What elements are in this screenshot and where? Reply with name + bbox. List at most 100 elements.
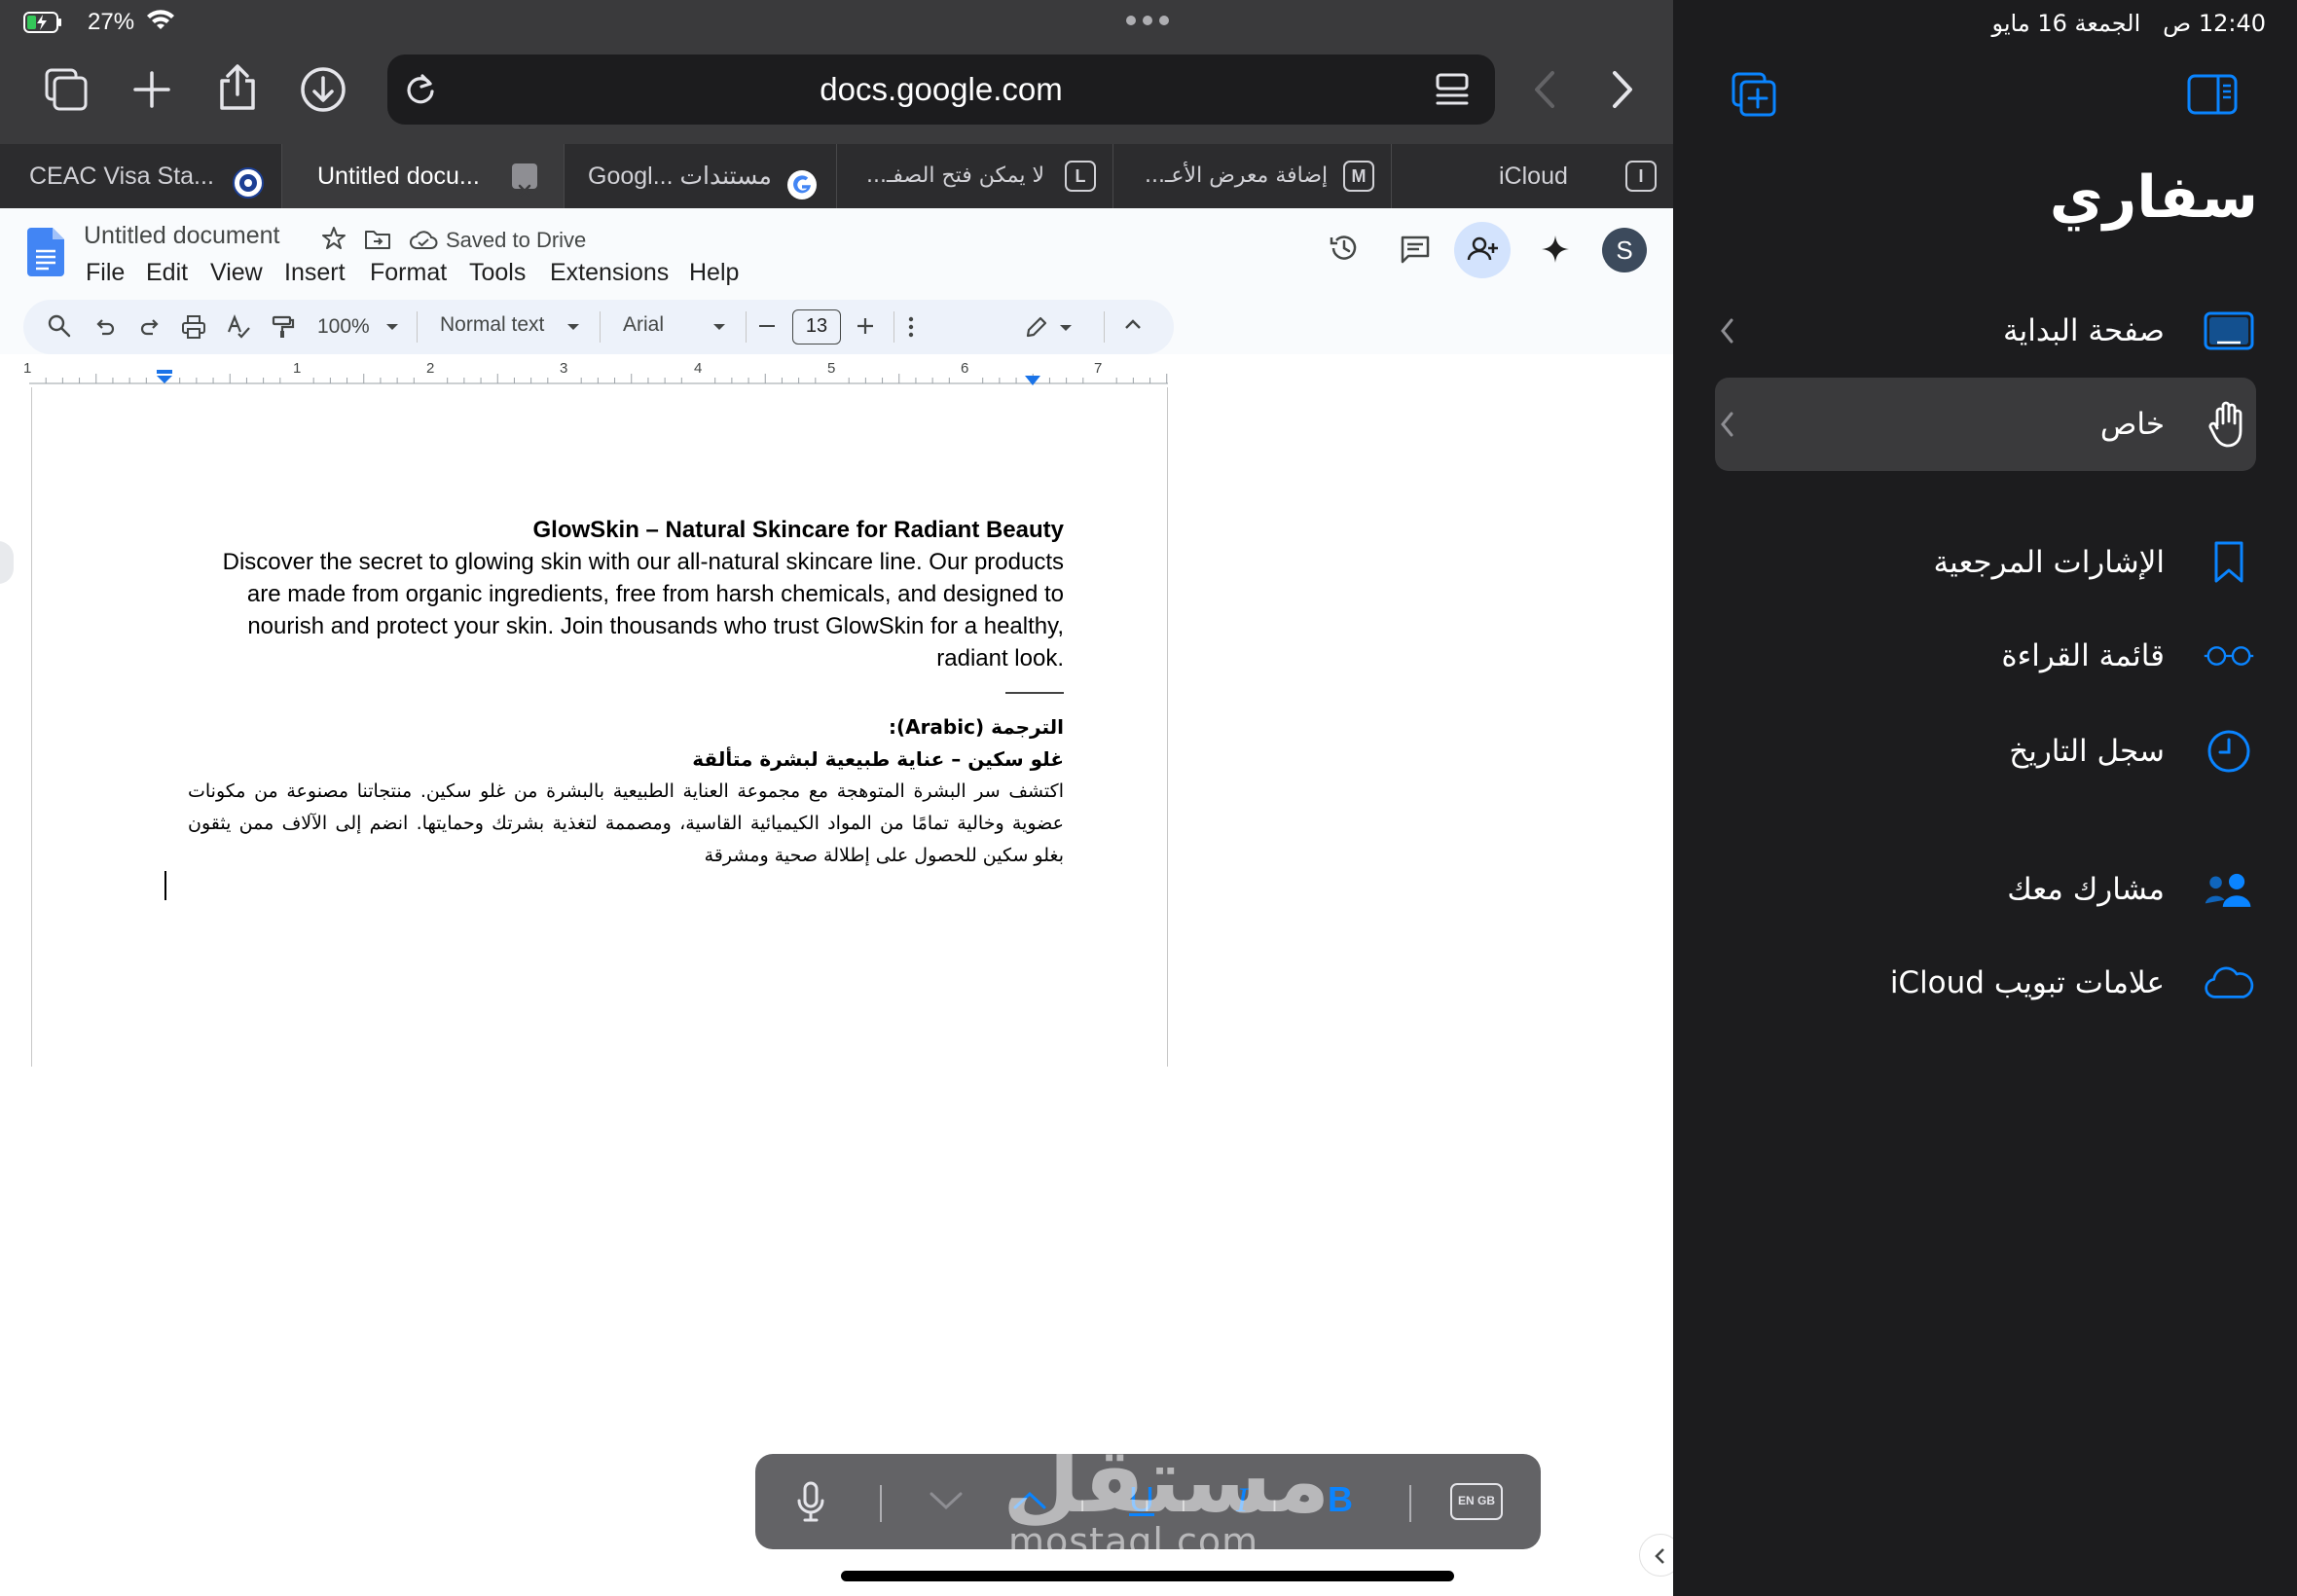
sidebar-item-shared-with-you[interactable]: مشارك معك (1713, 860, 2254, 919)
bold-button[interactable]: B (1328, 1479, 1353, 1520)
editing-mode-pencil-icon[interactable] (1024, 314, 1049, 345)
sidebar-item-bookmarks[interactable]: الإشارات المرجعية (1713, 533, 2254, 592)
decrease-font-size-button[interactable] (759, 325, 775, 327)
close-tab-icon[interactable] (512, 163, 537, 198)
left-indent-marker[interactable] (156, 370, 173, 388)
horizontal-ruler[interactable]: 1 1 2 3 4 5 6 7 (0, 360, 1173, 389)
plus-icon (133, 71, 170, 108)
menu-edit[interactable]: Edit (146, 259, 188, 287)
share-document-button[interactable] (1454, 222, 1511, 278)
sidebar-item-reading-list[interactable]: قائمة القراءة (1713, 627, 2254, 685)
toggle-sidebar-button[interactable] (2187, 74, 2238, 120)
sidebar-item-label: مشارك معك (2007, 872, 2165, 907)
chevron-right-icon (1613, 71, 1632, 108)
comments-icon[interactable] (1400, 234, 1431, 270)
menu-file[interactable]: File (86, 259, 125, 287)
sidebar-icon (2187, 74, 2238, 115)
avatar[interactable]: S (1602, 228, 1647, 272)
font-size-input[interactable]: 13 (792, 309, 841, 345)
move-folder-icon[interactable] (364, 228, 391, 256)
font-select[interactable]: Arial (623, 313, 664, 337)
increase-font-size-button[interactable] (857, 317, 874, 340)
tabs-overview-button[interactable] (39, 62, 93, 117)
menu-help[interactable]: Help (689, 259, 739, 287)
docs-logo-icon[interactable] (27, 228, 64, 281)
address-bar[interactable]: docs.google.com (387, 54, 1495, 125)
back-button[interactable] (1518, 62, 1573, 117)
bookmark-icon (2204, 539, 2254, 586)
sidebar-item-label: خاص (2099, 407, 2165, 442)
tab-ceac[interactable]: CEAC Visa Sta... (0, 144, 282, 208)
undo-icon[interactable] (93, 315, 117, 344)
left-edge-handle[interactable] (0, 541, 14, 584)
downloads-button[interactable] (296, 62, 350, 117)
chevron-down-icon[interactable] (929, 1491, 964, 1515)
kbd-divider (880, 1485, 882, 1522)
document-body[interactable]: GlowSkin – Natural Skincare for Radiant … (188, 514, 1064, 872)
tab-label: إضافة معرض الأعـ... (1145, 163, 1329, 188)
shared-people-icon (2204, 866, 2254, 913)
star-icon[interactable] (321, 226, 346, 256)
font-caret-icon[interactable] (712, 319, 726, 337)
editing-mode-caret-icon[interactable] (1059, 320, 1073, 338)
watermark-url: mostaql.com (1008, 1520, 1259, 1563)
arabic-paragraph: اكتشف سر البشرة المتوهجة مع مجموعة العنا… (188, 780, 1064, 866)
new-tab-button[interactable] (125, 62, 179, 117)
tab-untitled-document[interactable]: Untitled docu... (282, 144, 565, 208)
chevron-left-icon[interactable] (1713, 410, 1742, 439)
tab-google-docs[interactable]: مستندات ...Googl (565, 144, 837, 208)
search-menus-icon[interactable] (47, 313, 72, 344)
safari-sidebar: 12:40 ص الجمعة 16 مايو سفاري صفحة البداي… (1673, 0, 2297, 1596)
new-tab-group-button[interactable] (1730, 70, 1778, 124)
add-person-icon (1467, 236, 1498, 261)
toolbar-divider (1104, 311, 1105, 343)
tab-icloud[interactable]: iCloud I (1392, 144, 1673, 208)
forward-button[interactable] (1594, 62, 1649, 117)
menu-view[interactable]: View (210, 259, 263, 287)
menu-tools[interactable]: Tools (469, 259, 526, 287)
google-icon (786, 161, 818, 208)
collapse-menus-icon[interactable] (1123, 317, 1143, 336)
version-history-icon[interactable] (1328, 232, 1361, 270)
status-time: 12:40 ص (2163, 10, 2266, 37)
menu-format[interactable]: Format (370, 259, 447, 287)
url-text[interactable]: docs.google.com (387, 54, 1495, 125)
sidebar-item-history[interactable]: سجل التاريخ (1713, 722, 2254, 780)
hand-icon (2204, 401, 2254, 448)
horizontal-rule (1005, 692, 1064, 694)
share-icon (220, 64, 255, 110)
sidebar-item-private[interactable]: خاص (1713, 395, 2254, 453)
document-title[interactable]: Untitled document (84, 222, 280, 250)
tab-cannot-open[interactable]: لا يمكن فتح الصفـ... L (837, 144, 1113, 208)
share-button[interactable] (210, 60, 265, 115)
sidebar-item-label: صفحة البداية (2002, 313, 2165, 348)
paragraph-style-select[interactable]: Normal text (440, 313, 544, 337)
keyboard-language-button[interactable]: EN GB (1450, 1483, 1503, 1520)
chevron-left-icon[interactable] (1713, 316, 1742, 345)
sidebar-item-icloud-tabs[interactable]: علامات تبويب iCloud (1713, 954, 2254, 1012)
menu-extensions[interactable]: Extensions (550, 259, 669, 287)
sidebar-item-label: علامات تبويب iCloud (1889, 965, 2165, 1000)
toolbar-divider (746, 311, 747, 343)
translation-label: الترجمة (Arabic): (888, 715, 1064, 739)
dictation-mic-icon[interactable] (796, 1481, 825, 1527)
spellcheck-icon[interactable] (226, 314, 251, 345)
battery-icon (23, 12, 61, 33)
sidebar-item-start-page[interactable]: صفحة البداية (1713, 302, 2254, 360)
collapse-side-panel-button[interactable] (1639, 1534, 1673, 1577)
zoom-select[interactable]: 100% (317, 315, 370, 339)
tab-add-gallery[interactable]: إضافة معرض الأعـ... M (1113, 144, 1392, 208)
redo-icon[interactable] (138, 315, 162, 344)
style-caret-icon[interactable] (566, 319, 580, 337)
multitasking-dots[interactable] (1125, 14, 1170, 32)
zoom-caret-icon[interactable] (385, 319, 399, 337)
paint-format-icon[interactable] (271, 314, 296, 345)
home-indicator[interactable] (841, 1571, 1454, 1581)
gemini-sparkle-icon[interactable] (1540, 234, 1571, 270)
more-options-icon[interactable] (905, 315, 917, 344)
page-menu-icon[interactable] (1433, 70, 1472, 114)
print-icon[interactable] (181, 314, 206, 345)
document-page[interactable]: GlowSkin – Natural Skincare for Radiant … (31, 387, 1168, 1067)
menu-insert[interactable]: Insert (284, 259, 346, 287)
saved-status: Saved to Drive (446, 228, 587, 252)
